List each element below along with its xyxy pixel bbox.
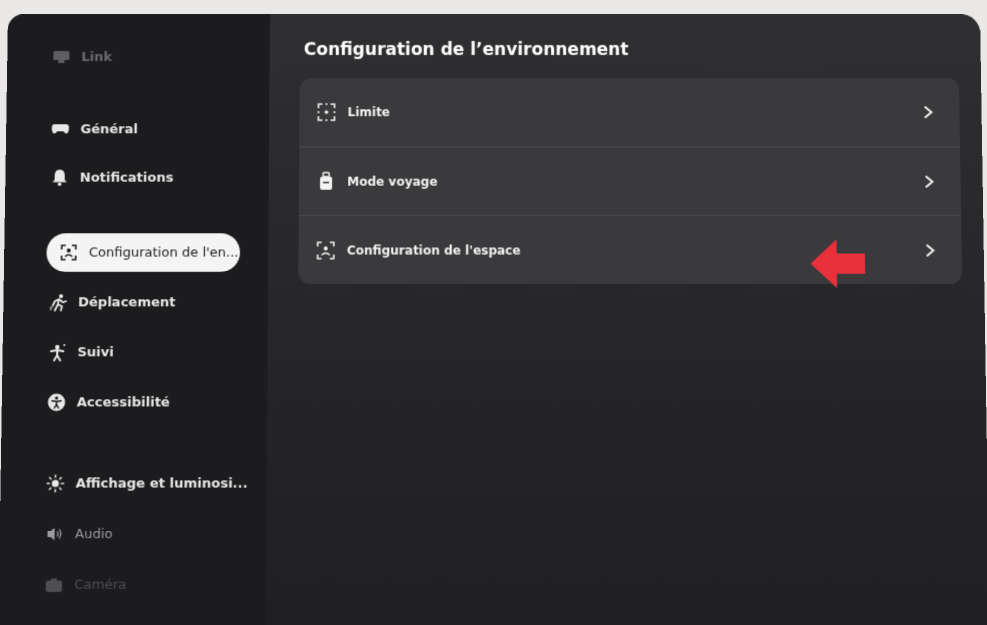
row-label: Limite bbox=[347, 104, 390, 119]
row-boundary[interactable]: Limite bbox=[299, 78, 960, 145]
sidebar-item-notifications[interactable]: Notifications bbox=[49, 160, 174, 194]
bell-icon bbox=[49, 168, 69, 188]
space-setup-icon bbox=[58, 242, 78, 262]
row-label: Mode voyage bbox=[347, 174, 438, 189]
page-title: Configuration de l’environnement bbox=[303, 39, 629, 61]
space-setup-icon bbox=[315, 239, 337, 261]
sidebar-item-environment-setup[interactable]: Configuration de l'en... bbox=[46, 233, 241, 272]
gamepad-icon bbox=[50, 119, 70, 139]
luggage-icon bbox=[315, 170, 337, 192]
sidebar-item-label: Affichage et luminosi... bbox=[75, 475, 248, 492]
sidebar-item-label: Link bbox=[81, 49, 113, 65]
sidebar: Link Général Notifications Configuration… bbox=[0, 14, 271, 625]
main-panel: Configuration de l’environnement Limite … bbox=[265, 14, 987, 625]
sidebar-item-audio[interactable]: Audio bbox=[44, 516, 113, 551]
sidebar-item-label: Général bbox=[80, 121, 138, 137]
chevron-right-icon bbox=[921, 105, 935, 119]
sidebar-item-camera[interactable]: Caméra bbox=[43, 567, 126, 602]
row-travel-mode[interactable]: Mode voyage bbox=[299, 147, 961, 215]
row-label: Configuration de l'espace bbox=[346, 242, 521, 258]
sidebar-item-general[interactable]: Général bbox=[50, 112, 138, 146]
sidebar-item-display[interactable]: Affichage et luminosi... bbox=[45, 466, 248, 501]
accessibility-icon bbox=[46, 392, 67, 412]
tracking-icon bbox=[47, 342, 68, 362]
sidebar-item-link[interactable]: Link bbox=[51, 40, 112, 74]
camera-icon bbox=[44, 574, 65, 595]
sidebar-item-label: Configuration de l'en... bbox=[88, 244, 239, 261]
sidebar-item-accessibility[interactable]: Accessibilité bbox=[46, 385, 170, 420]
chevron-right-icon bbox=[922, 174, 936, 188]
sidebar-item-label: Déplacement bbox=[78, 294, 176, 310]
speaker-icon bbox=[44, 524, 65, 545]
sidebar-item-label: Caméra bbox=[74, 576, 127, 593]
sidebar-item-label: Accessibilité bbox=[76, 394, 170, 411]
sidebar-item-tracking[interactable]: Suivi bbox=[47, 335, 114, 370]
walking-icon bbox=[48, 292, 68, 312]
sidebar-item-movement[interactable]: Déplacement bbox=[48, 285, 176, 320]
sidebar-item-label: Suivi bbox=[77, 344, 114, 360]
sun-icon bbox=[45, 473, 66, 494]
settings-window: Link Général Notifications Configuration… bbox=[0, 14, 987, 625]
headset-link-icon bbox=[51, 47, 71, 67]
sidebar-item-label: Audio bbox=[74, 526, 113, 542]
boundary-icon bbox=[315, 101, 337, 123]
chevron-right-icon bbox=[923, 243, 937, 257]
annotation-arrow-icon bbox=[810, 239, 866, 289]
sidebar-item-label: Notifications bbox=[79, 170, 174, 186]
